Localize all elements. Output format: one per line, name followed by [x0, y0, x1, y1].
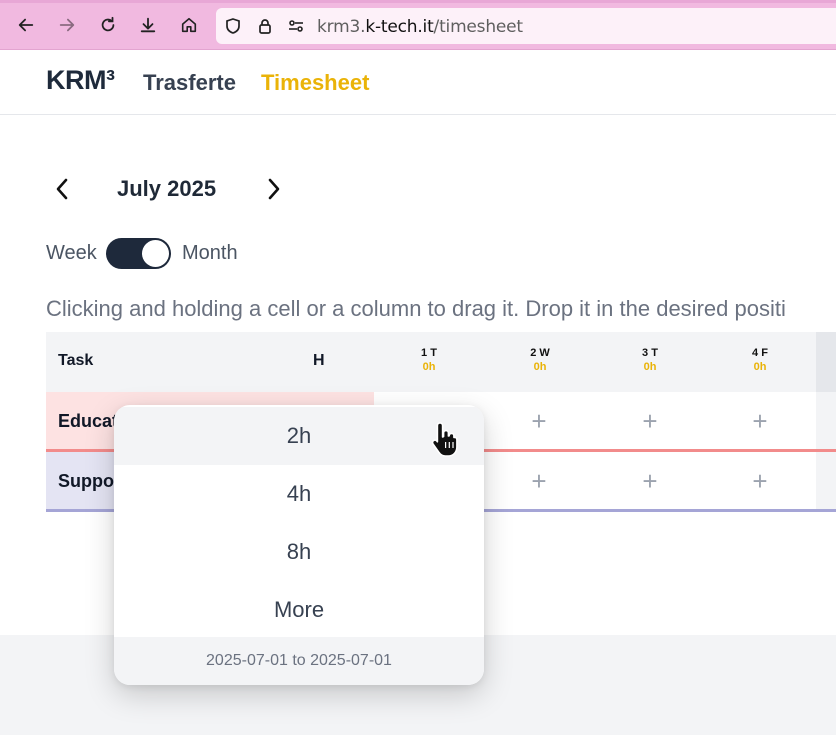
hours-dropdown: 2h 4h 8h More 2025-07-01 to 2025-07-01 — [114, 405, 484, 685]
chevron-left-icon — [56, 178, 68, 200]
browser-accent-line — [0, 0, 836, 3]
month-label: July 2025 — [117, 176, 217, 201]
url-prefix: krm3. — [317, 17, 366, 37]
next-day-column-header[interactable] — [816, 332, 836, 392]
url-path: /timesheet — [433, 17, 524, 37]
day-column-header[interactable]: 1 T 0h — [409, 347, 449, 373]
day-label: 2 W — [530, 347, 550, 359]
hours-option-more[interactable]: More — [114, 581, 484, 639]
toggle-label-month: Month — [182, 242, 238, 264]
next-day-cell[interactable] — [816, 452, 836, 509]
app-header: KRM³ Trasferte Timesheet — [0, 51, 836, 115]
toggle-label-week: Week — [46, 242, 97, 264]
back-arrow-icon[interactable] — [13, 12, 39, 38]
day-label: 1 T — [421, 347, 437, 359]
add-hours-button[interactable]: + — [635, 466, 665, 497]
day-hours: 0h — [533, 361, 547, 373]
nav-link-trasferte[interactable]: Trasferte — [143, 70, 236, 96]
lock-icon[interactable] — [256, 17, 274, 35]
week-month-toggle[interactable] — [106, 238, 171, 269]
next-day-cell[interactable] — [816, 392, 836, 449]
day-column-header[interactable]: 4 F 0h — [740, 347, 780, 373]
reload-icon[interactable] — [95, 12, 121, 38]
hours-option-4h[interactable]: 4h — [114, 465, 484, 523]
url-bar[interactable]: krm3.k-tech.it/timesheet — [216, 8, 836, 44]
drag-hint-text: Clicking and holding a cell or a column … — [46, 296, 786, 321]
day-label: 3 T — [642, 347, 658, 359]
add-hours-button[interactable]: + — [745, 406, 775, 437]
forward-arrow-icon[interactable] — [54, 12, 80, 38]
grid-header: Task H 1 T 0h 2 W 0h 3 T 0h 4 F 0h — [46, 332, 836, 392]
column-header-task: Task — [58, 352, 94, 369]
url-text: krm3.k-tech.it/timesheet — [317, 17, 523, 37]
download-icon[interactable] — [135, 12, 161, 38]
browser-toolbar: krm3.k-tech.it/timesheet — [0, 0, 836, 50]
hours-option-8h[interactable]: 8h — [114, 523, 484, 581]
day-column-header[interactable]: 2 W 0h — [520, 347, 560, 373]
add-hours-button[interactable]: + — [524, 406, 554, 437]
day-label: 4 F — [752, 347, 768, 359]
day-column-header[interactable]: 3 T 0h — [630, 347, 670, 373]
add-hours-button[interactable]: + — [524, 466, 554, 497]
hand-pointer-cursor-icon — [431, 422, 458, 457]
url-host: k-tech.it — [365, 17, 434, 37]
permissions-icon[interactable] — [287, 17, 305, 35]
add-hours-button[interactable]: + — [635, 406, 665, 437]
day-hours: 0h — [643, 361, 657, 373]
date-range-label: 2025-07-01 to 2025-07-01 — [114, 637, 484, 685]
previous-month-button[interactable] — [52, 177, 72, 201]
day-hours: 0h — [422, 361, 436, 373]
shield-icon[interactable] — [224, 17, 242, 35]
day-hours: 0h — [753, 361, 767, 373]
hours-option-2h[interactable]: 2h — [114, 407, 484, 465]
next-month-button[interactable] — [264, 177, 284, 201]
add-hours-button[interactable]: + — [745, 466, 775, 497]
column-header-hours: H — [313, 352, 325, 369]
app-logo[interactable]: KRM³ — [46, 65, 115, 96]
nav-link-timesheet[interactable]: Timesheet — [261, 70, 369, 96]
home-icon[interactable] — [176, 12, 202, 38]
toggle-knob — [142, 240, 169, 267]
chevron-right-icon — [268, 178, 280, 200]
